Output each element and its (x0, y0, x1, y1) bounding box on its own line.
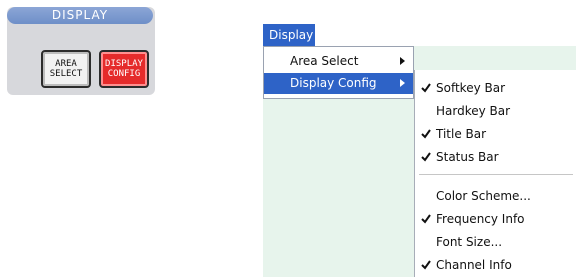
submenu-item-softkey-bar[interactable]: Softkey Bar (415, 77, 575, 99)
submenu-item-label: Status Bar (436, 150, 499, 164)
area-select-line2: SELECT (49, 69, 83, 79)
checkmark-icon (421, 129, 431, 139)
submenu-item-channel-info[interactable]: Channel Info (415, 254, 575, 276)
submenu-backdrop (414, 46, 576, 70)
submenu-item-frequency-info[interactable]: Frequency Info (415, 208, 575, 230)
submenu-item-status-bar[interactable]: Status Bar (415, 146, 575, 168)
submenu-item-title-bar[interactable]: Title Bar (415, 123, 575, 145)
hardkey-panel-title: DISPLAY (7, 7, 153, 24)
display-dropdown-menu: Area Select Display Config (263, 46, 414, 99)
display-config-submenu: Softkey Bar Hardkey Bar Title Bar Status… (414, 70, 576, 277)
submenu-item-label: Channel Info (436, 258, 512, 272)
display-config-line2: CONFIG (107, 69, 141, 79)
submenu-item-color-scheme[interactable]: Color Scheme... (415, 185, 575, 207)
menu-item-label: Display Config (290, 76, 377, 90)
menu-item-label: Area Select (290, 54, 359, 68)
submenu-item-label: Color Scheme... (436, 189, 531, 203)
menu-separator (419, 174, 573, 175)
submenu-arrow-icon (400, 79, 405, 87)
menu-display[interactable]: Display (263, 24, 315, 46)
submenu-item-font-size[interactable]: Font Size... (415, 231, 575, 253)
area-select-line1: AREA (55, 59, 77, 69)
menu-item-area-select[interactable]: Area Select (264, 51, 413, 72)
menu-item-display-config[interactable]: Display Config (264, 73, 413, 94)
submenu-arrow-icon (400, 57, 405, 65)
checkmark-icon (421, 83, 431, 93)
menu-backdrop (263, 99, 414, 277)
submenu-item-label: Softkey Bar (436, 81, 506, 95)
checkmark-icon (421, 152, 431, 162)
submenu-item-label: Title Bar (436, 127, 487, 141)
display-config-line1: DISPLAY (105, 59, 143, 69)
submenu-item-label: Hardkey Bar (436, 104, 511, 118)
submenu-item-label: Frequency Info (436, 212, 525, 226)
display-config-hardkey[interactable]: DISPLAY CONFIG (99, 50, 149, 88)
checkmark-icon (421, 260, 431, 270)
menubar: Display (263, 24, 576, 46)
display-hardkey-panel: DISPLAY AREA SELECT DISPLAY CONFIG (7, 7, 155, 95)
checkmark-icon (421, 214, 431, 224)
area-select-hardkey[interactable]: AREA SELECT (41, 50, 91, 88)
submenu-item-hardkey-bar[interactable]: Hardkey Bar (415, 100, 575, 122)
menu-display-label: Display (269, 28, 314, 42)
submenu-item-label: Font Size... (436, 235, 503, 249)
